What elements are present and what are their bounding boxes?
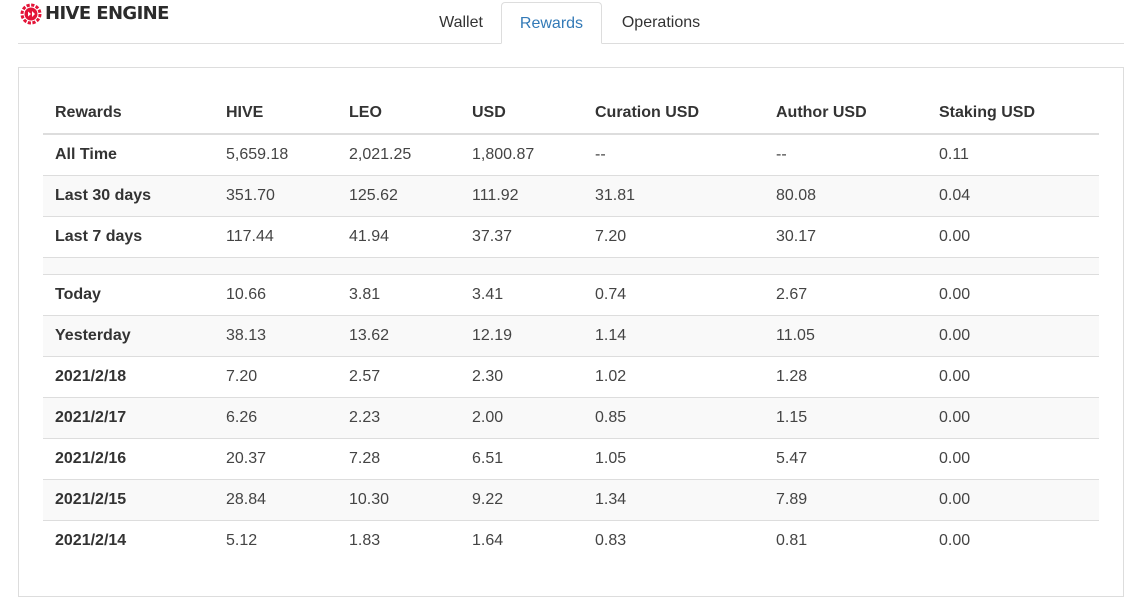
- table-cell: 0.81: [764, 520, 927, 561]
- table-cell: 0.11: [939, 146, 969, 163]
- table-row: Last 7 days 117.44 41.94 37.37 7.20 30.17 0.00: [43, 216, 1099, 258]
- header-usd: USD: [460, 92, 583, 135]
- row-label: 2021/2/14: [43, 520, 214, 561]
- table-row: 2021/2/14 5.12 1.83 1.64 0.83 0.81 0.00: [43, 520, 1099, 561]
- row-label: Last 7 days: [43, 216, 214, 258]
- table-cell: 37.37: [460, 216, 583, 258]
- table-cell: 13.62: [337, 315, 460, 357]
- table-row: 2021/2/16 20.37 7.28 6.51 1.05 5.47 0.00: [43, 438, 1099, 480]
- table-cell: 2.30: [460, 356, 583, 398]
- header-staking-usd: Staking USD: [927, 92, 1099, 135]
- table-cell: 1.02: [583, 356, 764, 398]
- table-row: 2021/2/18 7.20 2.57 2.30 1.02 1.28 0.00: [43, 356, 1099, 398]
- row-label: 2021/2/17: [43, 397, 214, 439]
- table-cell: 31.81: [583, 175, 764, 217]
- table-cell: 351.70: [214, 175, 337, 217]
- header-rewards: Rewards: [43, 92, 214, 135]
- row-label: All Time: [55, 146, 117, 163]
- table-cell: 7.89: [764, 479, 927, 521]
- table-cell: 41.94: [337, 216, 460, 258]
- table-row: All Time 5,659.18 2,021.25 1,800.87 -- -- 0.11: [43, 134, 1099, 176]
- table-cell: 12.19: [460, 315, 583, 357]
- table-cell: 9.22: [460, 479, 583, 521]
- table-cell: 0.00: [927, 438, 1099, 480]
- table-cell: 0.00: [927, 315, 1099, 357]
- table-cell: 5.47: [764, 438, 927, 480]
- table-cell: 2.23: [337, 397, 460, 439]
- table-cell: 2.67: [764, 274, 927, 316]
- header-curation-usd: Curation USD: [583, 92, 764, 135]
- table-cell: 0.04: [927, 175, 1099, 217]
- hive-engine-gear-icon: [20, 3, 42, 25]
- table-cell: 0.00: [927, 216, 1099, 258]
- table-cell: 38.13: [214, 315, 337, 357]
- header-author-usd: Author USD: [764, 92, 927, 135]
- table-cell: 1.83: [337, 520, 460, 561]
- row-label: Yesterday: [43, 315, 214, 357]
- table-cell: 7.28: [337, 438, 460, 480]
- tab-rewards[interactable]: Rewards: [501, 2, 602, 44]
- table-cell: --: [776, 146, 787, 163]
- table-cell: --: [595, 146, 606, 163]
- row-label: 2021/2/16: [43, 438, 214, 480]
- table-cell: 7.20: [583, 216, 764, 258]
- row-label: 2021/2/15: [43, 479, 214, 521]
- table-cell: 1.28: [764, 356, 927, 398]
- brand-logo[interactable]: HIVE ENGINE: [20, 3, 169, 25]
- table-cell: 0.74: [583, 274, 764, 316]
- table-cell: 7.20: [214, 356, 337, 398]
- brand-name: HIVE ENGINE: [45, 3, 169, 24]
- table-row: Today 10.66 3.81 3.41 0.74 2.67 0.00: [43, 274, 1099, 316]
- table-cell: 80.08: [764, 175, 927, 217]
- table-row: 2021/2/15 28.84 10.30 9.22 1.34 7.89 0.00: [43, 479, 1099, 521]
- table-cell: 0.85: [583, 397, 764, 439]
- table-cell: 1.64: [460, 520, 583, 561]
- table-cell: 6.26: [214, 397, 337, 439]
- table-cell: 2.00: [460, 397, 583, 439]
- table-cell: 1.15: [764, 397, 927, 439]
- header-leo: LEO: [337, 92, 460, 135]
- table-cell: 0.00: [927, 397, 1099, 439]
- table-cell: 30.17: [764, 216, 927, 258]
- table-cell: 0.00: [927, 520, 1099, 561]
- table-cell: 5.12: [214, 520, 337, 561]
- table-cell: 10.66: [214, 274, 337, 316]
- table-cell: 11.05: [764, 315, 927, 357]
- table-cell: 111.92: [460, 175, 583, 217]
- table-cell: 28.84: [214, 479, 337, 521]
- table-cell: 5,659.18: [226, 146, 289, 163]
- table-cell: 0.00: [927, 479, 1099, 521]
- table-row: 2021/2/17 6.26 2.23 2.00 0.85 1.15 0.00: [43, 397, 1099, 439]
- table-cell: 0.83: [583, 520, 764, 561]
- spacer-cell: [43, 257, 1099, 275]
- table-cell: 20.37: [214, 438, 337, 480]
- tab-wallet[interactable]: Wallet: [425, 2, 497, 43]
- table-cell: 125.62: [337, 175, 460, 217]
- table-cell: 0.00: [927, 274, 1099, 316]
- table-cell: 1.05: [583, 438, 764, 480]
- table-cell: 117.44: [214, 216, 337, 258]
- table-cell: 0.00: [927, 356, 1099, 398]
- table-cell: 2.57: [337, 356, 460, 398]
- table-cell: 1.14: [583, 315, 764, 357]
- row-label: 2021/2/18: [43, 356, 214, 398]
- table-cell: 6.51: [460, 438, 583, 480]
- table-body: All Time 5,659.18 2,021.25 1,800.87 -- -- 0.11…: [43, 134, 1099, 561]
- table-cell: 10.30: [337, 479, 460, 521]
- table-cell: 3.41: [460, 274, 583, 316]
- header-hive: HIVE: [214, 92, 337, 135]
- table-cell: 2,021.25: [349, 146, 412, 163]
- table-header-row: Rewards HIVE LEO USD Curation USD Author…: [43, 92, 1099, 135]
- tab-operations[interactable]: Operations: [606, 2, 716, 43]
- table-spacer-row: [43, 257, 1099, 275]
- table-cell: 1.34: [583, 479, 764, 521]
- row-label: Today: [43, 274, 214, 316]
- rewards-panel: Rewards HIVE LEO USD Curation USD Author…: [18, 67, 1124, 597]
- row-label: Last 30 days: [43, 175, 214, 217]
- table-cell: 1,800.87: [472, 146, 535, 163]
- table-row: Yesterday 38.13 13.62 12.19 1.14 11.05 0.00: [43, 315, 1099, 357]
- table-row: Last 30 days 351.70 125.62 111.92 31.81 80.08…: [43, 175, 1099, 217]
- rewards-table: Rewards HIVE LEO USD Curation USD Author…: [43, 92, 1099, 561]
- table-cell: 3.81: [337, 274, 460, 316]
